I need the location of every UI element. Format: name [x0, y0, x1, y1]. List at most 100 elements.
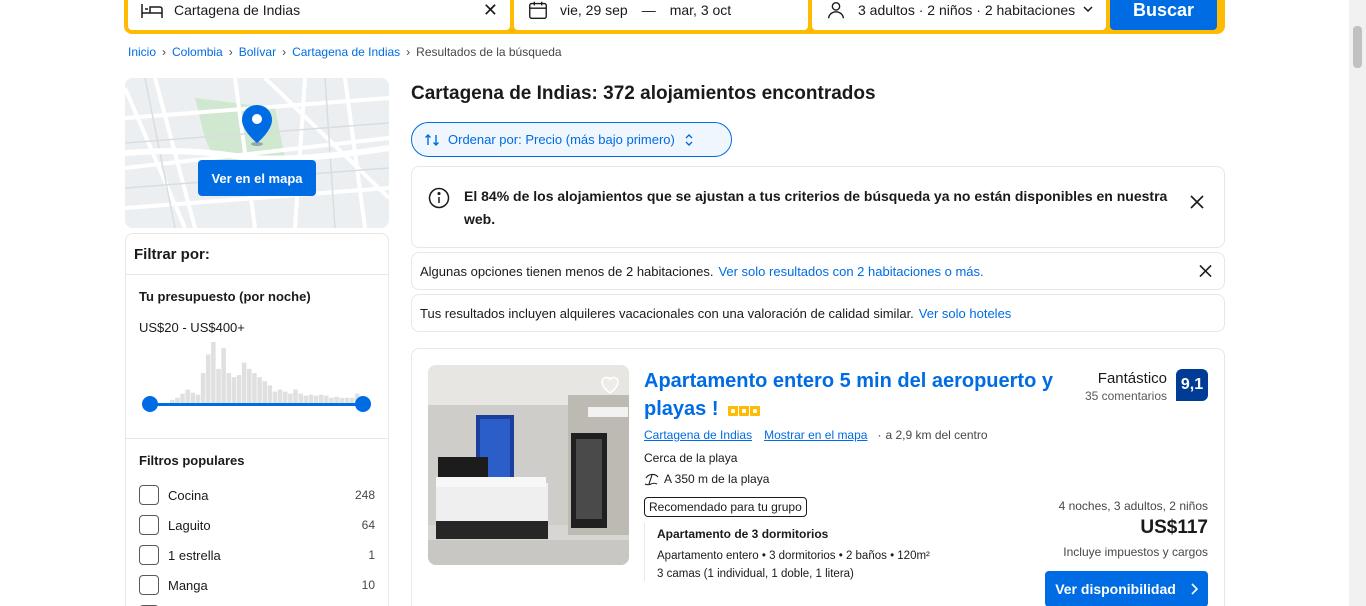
- map-preview[interactable]: Ver en el mapa: [125, 78, 389, 228]
- view-map-button[interactable]: Ver en el mapa: [198, 160, 316, 196]
- info-icon: [428, 187, 450, 209]
- histogram-bar: [267, 385, 273, 404]
- histogram-bar: [277, 389, 283, 404]
- checkout-date: mar, 3 oct: [669, 2, 732, 18]
- bed-icon: [140, 0, 164, 22]
- breadcrumb-current: Resultados de la búsqueda: [416, 45, 562, 59]
- info-text: Tus resultados incluyen alquileres vacac…: [420, 305, 914, 321]
- slider-min-handle[interactable]: [142, 396, 158, 412]
- filter-option[interactable]: Cocina 248: [139, 480, 375, 510]
- destination-field[interactable]: Cartagena de Indias ✕: [128, 0, 510, 30]
- info-text: Algunas opciones tienen menos de 2 habit…: [420, 263, 714, 279]
- rooms-info-bar: Algunas opciones tienen menos de 2 habit…: [411, 252, 1225, 290]
- popular-title: Filtros populares: [139, 453, 245, 468]
- rentals-info-bar: Tus resultados incluyen alquileres vacac…: [411, 294, 1225, 332]
- breadcrumb-home[interactable]: Inicio: [128, 45, 156, 59]
- availability-notice: El 84% de los alojamientos que se ajusta…: [411, 166, 1225, 248]
- breadcrumb-country[interactable]: Colombia: [172, 45, 223, 59]
- filter-option[interactable]: 1 estrella 1: [139, 540, 375, 570]
- checkbox[interactable]: [139, 545, 159, 565]
- histogram-bar: [231, 377, 237, 404]
- histogram-bar: [221, 348, 226, 404]
- filter-option[interactable]: [139, 600, 375, 606]
- property-title[interactable]: Apartamento entero 5 min del aeropuerto …: [644, 367, 1064, 423]
- beach-distance: A 350 m de la playa: [644, 472, 769, 486]
- sort-button[interactable]: Ordenar por: Precio (más bajo primero): [411, 122, 732, 157]
- date-dash: —: [641, 2, 656, 18]
- popular-filters: Filtros populares Cocina 248 Laguito 64 …: [126, 439, 388, 606]
- heart-icon[interactable]: [598, 373, 622, 397]
- close-icon[interactable]: [1190, 195, 1204, 209]
- budget-title: Tu presupuesto (por noche): [139, 289, 311, 304]
- sort-arrows-icon: [425, 133, 439, 146]
- histogram-bar: [257, 377, 262, 404]
- checkbox[interactable]: [139, 515, 159, 535]
- filter-option[interactable]: Laguito 64: [139, 510, 375, 540]
- histogram-bar: [226, 373, 232, 404]
- dates-field[interactable]: vie, 29 sep — mar, 3 oct: [514, 0, 808, 30]
- review-count: 35 comentarios: [1084, 389, 1167, 403]
- unit-title: Apartamento de 3 dormitorios: [657, 527, 829, 541]
- sort-label: Ordenar por: Precio (más bajo primero): [448, 132, 675, 147]
- see-availability-button[interactable]: Ver disponibilidad: [1045, 571, 1208, 606]
- calendar-icon: [526, 0, 550, 22]
- property-title-text[interactable]: Apartamento entero 5 min del aeropuerto …: [644, 370, 1053, 420]
- updown-chevron-icon: [685, 133, 693, 146]
- filters-panel: Filtrar por: Tu presupuesto (por noche) …: [125, 233, 389, 606]
- chevron-right-icon: ›: [162, 45, 167, 59]
- city-link[interactable]: Cartagena de Indias: [644, 428, 752, 442]
- checkbox[interactable]: [139, 575, 159, 595]
- chevron-right-icon: ›: [282, 45, 287, 59]
- review-score: 9,1: [1176, 369, 1208, 401]
- filter-label: Manga: [168, 577, 208, 593]
- destination-value: Cartagena de Indias: [174, 2, 301, 18]
- chevron-right-icon: [1191, 583, 1198, 595]
- checkin-date: vie, 29 sep: [560, 2, 628, 18]
- stay-details: 4 noches, 3 adultos, 2 niños: [1058, 499, 1208, 513]
- breadcrumb-city[interactable]: Cartagena de Indias: [292, 45, 400, 59]
- results-heading: Cartagena de Indias: 372 alojamientos en…: [411, 83, 876, 104]
- filter-label: Laguito: [168, 517, 211, 533]
- scrollbar-thumb[interactable]: [1353, 26, 1362, 68]
- filter-count: 248: [354, 488, 375, 502]
- slider-max-handle[interactable]: [355, 396, 371, 412]
- chevron-right-icon: ›: [228, 45, 233, 59]
- histogram-bar: [185, 389, 190, 404]
- filter-label: 1 estrella: [168, 547, 221, 563]
- star-rating: [728, 406, 761, 416]
- unit-details: Apartamento de 3 dormitorios Apartamento…: [644, 523, 930, 581]
- histogram-bar: [200, 373, 206, 404]
- hotels-only-link[interactable]: Ver solo hoteles: [919, 306, 1012, 321]
- unit-beds: 3 camas (1 individual, 1 doble, 1 litera…: [657, 568, 854, 580]
- property-card: Apartamento entero 5 min del aeropuerto …: [411, 348, 1225, 606]
- separator-dot: ·: [877, 428, 882, 442]
- filters-title: Filtrar por:: [126, 234, 388, 275]
- beach-distance-text: A 350 m de la playa: [664, 472, 770, 486]
- beach-umbrella-icon: [644, 473, 659, 486]
- rating-label: Fantástico: [1097, 370, 1167, 387]
- histogram-bar: [293, 389, 298, 404]
- filter-count: 64: [361, 518, 375, 532]
- chevron-right-icon: ›: [406, 45, 411, 59]
- distance: a 2,9 km del centro: [885, 428, 988, 442]
- show-on-map-link[interactable]: Mostrar en el mapa: [764, 428, 867, 442]
- checkbox[interactable]: [139, 485, 159, 505]
- close-icon[interactable]: [1199, 264, 1212, 278]
- star-icon: [728, 406, 739, 416]
- taxes-note: Incluye impuestos y cargos: [1063, 545, 1208, 559]
- histogram-bar: [236, 375, 242, 404]
- histogram-bar: [252, 373, 257, 404]
- filter-label: Cocina: [168, 487, 209, 503]
- chevron-down-icon: [1082, 2, 1094, 18]
- breadcrumb-region[interactable]: Bolívar: [239, 45, 276, 59]
- budget-slider[interactable]: [142, 396, 371, 412]
- search-button[interactable]: Buscar: [1110, 0, 1217, 30]
- price-histogram: [170, 342, 360, 404]
- page-scrollbar[interactable]: [1349, 0, 1366, 606]
- guests-field[interactable]: 3 adultos · 2 niños · 2 habitaciones: [812, 0, 1106, 30]
- histogram-bar: [241, 362, 247, 404]
- rooms-filter-link[interactable]: Ver solo resultados con 2 habitaciones o…: [718, 264, 983, 279]
- clear-icon[interactable]: ✕: [483, 0, 498, 21]
- filter-option[interactable]: Manga 10: [139, 570, 375, 600]
- location-line: Cartagena de Indias Mostrar en el mapa ·…: [644, 428, 988, 442]
